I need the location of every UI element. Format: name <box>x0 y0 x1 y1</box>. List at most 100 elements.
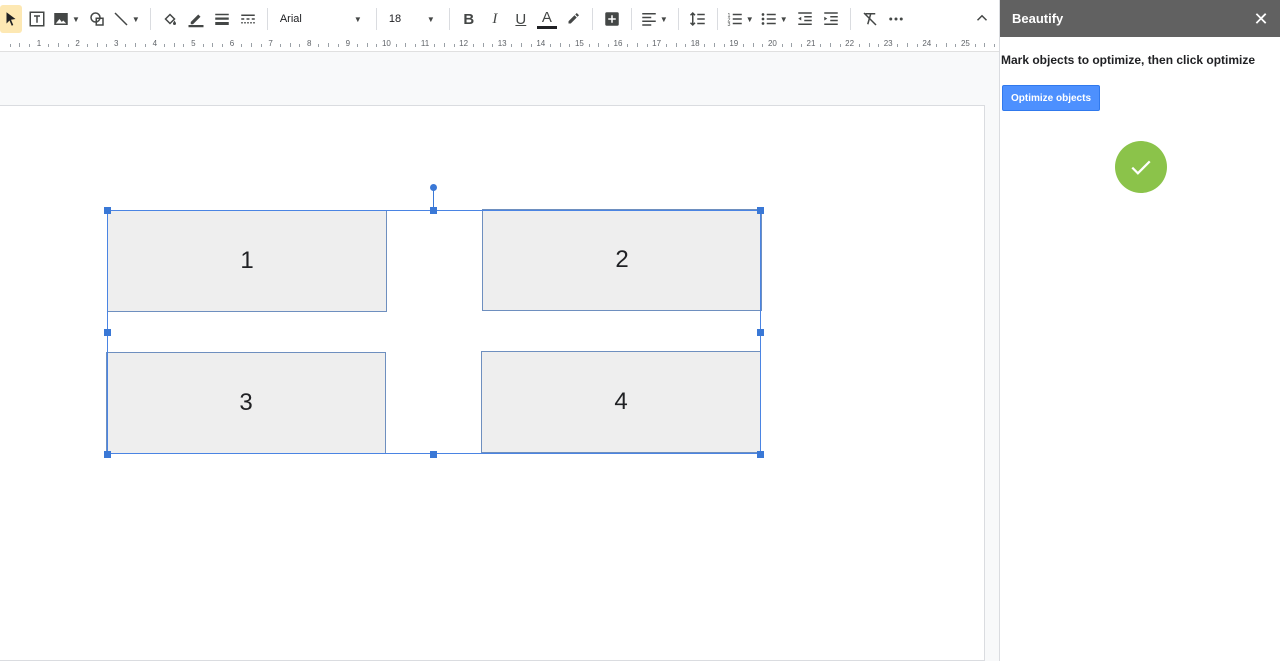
numbered-list-button[interactable]: 123 ▼ <box>726 5 756 33</box>
decrease-indent-icon <box>797 12 812 25</box>
shape-box-1[interactable]: 1 <box>107 210 387 312</box>
insert-comment-icon <box>605 12 619 26</box>
resize-handle-top-left[interactable] <box>104 207 111 214</box>
highlight-color-button[interactable] <box>562 5 584 33</box>
ruler-minor-tick <box>366 43 368 47</box>
ruler-minor-tick <box>829 43 831 47</box>
line-button[interactable]: ▼ <box>112 5 142 33</box>
ruler-tick-label: 16 <box>613 39 623 48</box>
line-spacing-button[interactable] <box>687 5 709 33</box>
bulleted-list-icon <box>761 13 776 25</box>
ruler-minor-tick <box>936 44 938 47</box>
ruler-minor-tick <box>135 43 137 47</box>
ruler-minor-tick <box>945 43 947 47</box>
resize-handle-bottom-left[interactable] <box>104 451 111 458</box>
ruler-minor-tick <box>714 43 716 47</box>
text-color-button[interactable]: A <box>536 5 558 33</box>
border-weight-button[interactable] <box>211 5 233 33</box>
underline-button[interactable]: U <box>510 5 532 33</box>
ruler-minor-tick <box>607 44 609 47</box>
ruler-minor-tick <box>530 44 532 47</box>
chevron-down-icon: ▼ <box>426 14 435 24</box>
resize-handle-top[interactable] <box>430 207 437 214</box>
collapse-toolbar-button[interactable] <box>973 9 991 27</box>
ruler-minor-tick <box>993 44 995 47</box>
more-button[interactable] <box>885 5 907 33</box>
ruler-minor-tick <box>743 44 745 47</box>
line-spacing-icon <box>689 11 705 27</box>
resize-handle-bottom[interactable] <box>430 451 437 458</box>
bold-button[interactable]: B <box>458 5 480 33</box>
slide-canvas[interactable]: 1 2 3 4 <box>0 53 999 661</box>
beautify-sidebar: Beautify ✕ Mark objects to optimize, the… <box>999 0 1280 661</box>
ruler-tick-label: 14 <box>536 39 546 48</box>
ruler-minor-tick <box>559 43 561 47</box>
shape-label: 2 <box>615 246 629 273</box>
ruler-minor-tick <box>781 44 783 47</box>
ruler-tick-label: 10 <box>381 39 391 48</box>
slide-page[interactable]: 1 2 3 4 <box>0 105 985 661</box>
ruler-tick-label: 15 <box>574 39 584 48</box>
ruler-minor-tick <box>588 44 590 47</box>
shape-box-3[interactable]: 3 <box>106 352 386 454</box>
shape-box-2[interactable]: 2 <box>482 209 762 311</box>
italic-button[interactable]: I <box>484 5 506 33</box>
ruler-minor-tick <box>453 44 455 47</box>
select-cursor-button[interactable] <box>0 5 22 33</box>
ruler-minor-tick <box>955 44 957 47</box>
clear-formatting-button[interactable] <box>859 5 881 33</box>
toolbar: ▼ ▼ Arial ▼ 18 ▼ B I U A ▼ 1 2 3 ▼ ▼ <box>0 0 999 38</box>
toolbar-divider <box>375 8 377 30</box>
ruler-minor-tick <box>482 43 484 47</box>
shape-button[interactable] <box>86 5 108 33</box>
font-size-select[interactable]: 18 ▼ <box>383 5 443 33</box>
resize-handle-bottom-right[interactable] <box>757 451 764 458</box>
resize-handle-top-right[interactable] <box>757 207 764 214</box>
font-family-select[interactable]: Arial ▼ <box>274 5 370 33</box>
ruler-minor-tick <box>858 44 860 47</box>
rotation-handle[interactable] <box>430 184 437 191</box>
chevron-down-icon: ▼ <box>779 14 788 24</box>
ruler-minor-tick <box>260 44 262 47</box>
ruler-minor-tick <box>820 44 822 47</box>
text-box-icon <box>29 11 45 27</box>
align-button[interactable]: ▼ <box>640 5 670 33</box>
border-color-button[interactable] <box>185 5 207 33</box>
text-box-button[interactable] <box>26 5 48 33</box>
insert-image-button[interactable]: ▼ <box>52 5 82 33</box>
ruler-minor-tick <box>212 43 214 47</box>
ruler-minor-tick <box>704 44 706 47</box>
increase-indent-button[interactable] <box>820 5 842 33</box>
ruler-minor-tick <box>627 44 629 47</box>
toolbar-divider <box>591 8 593 30</box>
ruler-tick-label: 18 <box>690 39 700 48</box>
text-color-swatch <box>536 25 557 29</box>
ruler-minor-tick <box>636 43 638 47</box>
fill-color-button[interactable] <box>159 5 181 33</box>
close-icon[interactable]: ✕ <box>1252 10 1270 28</box>
horizontal-ruler[interactable]: 1 2 3 4 5 6 7 8 9 10 11 12 13 14 15 16 17 18 19 20 21 22 23 24 2… <box>0 38 999 52</box>
ruler-minor-tick <box>521 43 523 47</box>
insert-comment-button[interactable] <box>601 5 623 33</box>
resize-handle-right[interactable] <box>757 329 764 336</box>
numbered-list-icon: 123 <box>727 13 742 28</box>
ruler-tick-label: 8 <box>306 39 312 48</box>
ruler-minor-tick <box>67 44 69 47</box>
ruler-minor-tick <box>791 43 793 47</box>
ruler-minor-tick <box>86 44 88 47</box>
border-dash-button[interactable] <box>237 5 259 33</box>
optimize-objects-button[interactable]: Optimize objects <box>1002 85 1100 111</box>
ruler-tick-label: 4 <box>152 39 158 48</box>
ruler-minor-tick <box>106 44 108 47</box>
resize-handle-left[interactable] <box>104 329 111 336</box>
sidebar-header: Beautify ✕ <box>1000 0 1280 37</box>
ruler-minor-tick <box>318 44 320 47</box>
decrease-indent-button[interactable] <box>794 5 816 33</box>
ruler-minor-tick <box>569 44 571 47</box>
more-icon <box>888 17 903 21</box>
shape-label: 4 <box>614 388 628 415</box>
border-dash-icon <box>241 14 255 24</box>
ruler-minor-tick <box>868 43 870 47</box>
bulleted-list-button[interactable]: ▼ <box>760 5 790 33</box>
shape-box-4[interactable]: 4 <box>481 351 761 453</box>
